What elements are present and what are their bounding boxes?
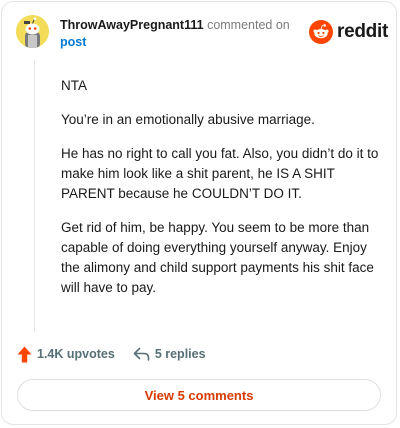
thread-line[interactable] — [34, 60, 35, 332]
comment-paragraph: He has no right to call you fat. Also, y… — [61, 146, 379, 201]
post-link[interactable]: post — [60, 35, 86, 50]
commented-on-label: commented on — [207, 18, 290, 32]
comment-header: ThrowAwayPregnant111 commented on — [60, 18, 290, 33]
upvote-button[interactable]: 1.4K upvotes — [17, 346, 115, 363]
upvote-arrow-icon — [17, 346, 32, 362]
reddit-logo[interactable]: reddit — [309, 20, 388, 44]
snoo-avatar-icon[interactable] — [16, 15, 49, 48]
comment-paragraph: NTA — [61, 78, 87, 93]
comment-paragraph: You’re in an emotionally abusive marriag… — [61, 112, 315, 127]
comment-body: NTA You’re in an emotionally abusive mar… — [61, 76, 381, 312]
upvote-count: 1.4K upvotes — [37, 347, 115, 361]
comment-actions: 1.4K upvotes 5 replies — [17, 344, 206, 364]
view-comments-button[interactable]: View 5 comments — [17, 379, 381, 411]
username[interactable]: ThrowAwayPregnant111 — [60, 18, 204, 32]
reply-arrow-icon — [133, 347, 150, 361]
reply-count: 5 replies — [154, 347, 206, 361]
comment-paragraph: Get rid of him, be happy. You seem to be… — [61, 220, 374, 295]
reddit-wordmark: reddit — [337, 21, 388, 42]
reddit-snoo-icon — [309, 20, 333, 44]
reply-button[interactable]: 5 replies — [133, 347, 206, 361]
